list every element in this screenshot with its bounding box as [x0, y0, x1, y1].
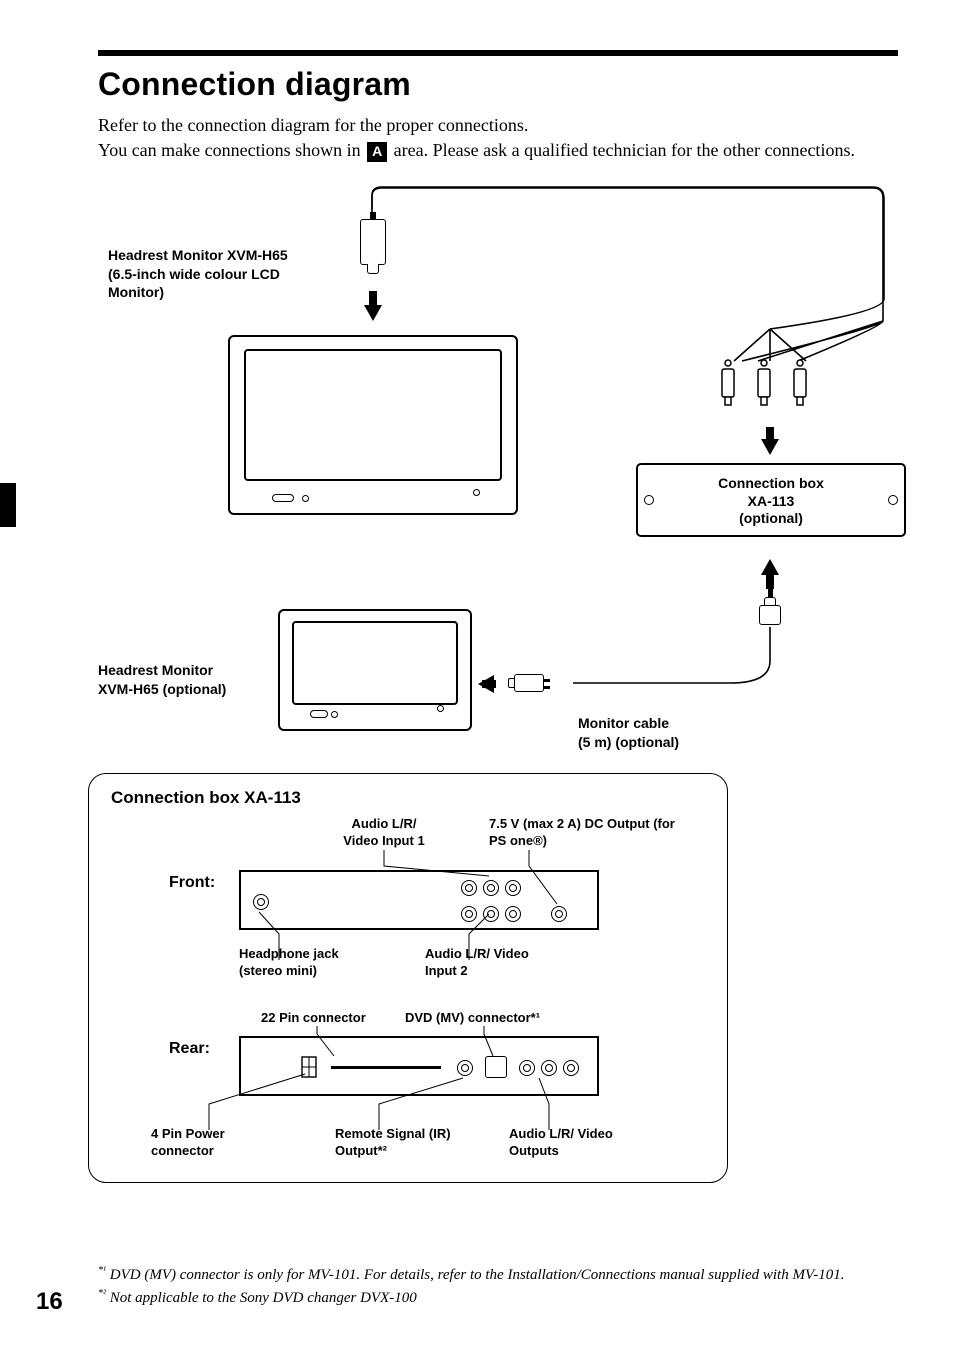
xa113-panel: Connection box XA-113 Front: Audio L/R/ … [88, 773, 728, 1183]
plug-horizontal-icon [508, 674, 544, 692]
footnote-1-marker: *¹ [98, 1265, 106, 1276]
section-title: Connection diagram [98, 66, 898, 103]
intro-line-2a: You can make connections shown in [98, 140, 365, 160]
footnote-1-text: DVD (MV) connector is only for MV-101. F… [106, 1267, 845, 1283]
footnote-2-text: Not applicable to the Sony DVD changer D… [106, 1290, 417, 1306]
label-headrest-optional: Headrest Monitor XVM-H65 (optional) [98, 661, 248, 697]
cable-path-monitor2 [98, 191, 898, 791]
page-number: 16 [36, 1288, 63, 1316]
monitor-optional-screen [292, 621, 458, 705]
footnotes: *¹ DVD (MV) connector is only for MV-101… [98, 1264, 898, 1311]
top-rule [98, 50, 898, 56]
monitor-cable-line1: Monitor cable [578, 715, 669, 731]
monitor-optional-ports [280, 705, 470, 723]
label-remote-ir: Remote Signal (IR) Output*² [335, 1126, 465, 1160]
monitor-optional [278, 609, 472, 731]
page-edge-tab [0, 483, 16, 527]
connection-diagram: Headrest Monitor XVM-H65 (6.5-inch wide … [98, 191, 898, 1191]
area-marker-a: A [367, 142, 387, 162]
front-lead-lines [89, 774, 729, 974]
label-pin4: 4 Pin Power connector [151, 1126, 261, 1160]
manual-page: 16 Connection diagram Refer to the conne… [0, 0, 954, 1352]
intro-line-2b: area. Please ask a qualified technician … [389, 140, 855, 160]
intro-text: Refer to the connection diagram for the … [98, 113, 898, 163]
footnote-2-marker: *² [98, 1288, 106, 1299]
intro-line-1: Refer to the connection diagram for the … [98, 115, 528, 135]
monitor-cable-line2: (5 m) (optional) [578, 734, 679, 750]
arrow-left-1 [478, 675, 494, 693]
label-audio-out: Audio L/R/ Video Outputs [509, 1126, 629, 1160]
label-monitor-cable: Monitor cable (5 m) (optional) [578, 714, 679, 750]
